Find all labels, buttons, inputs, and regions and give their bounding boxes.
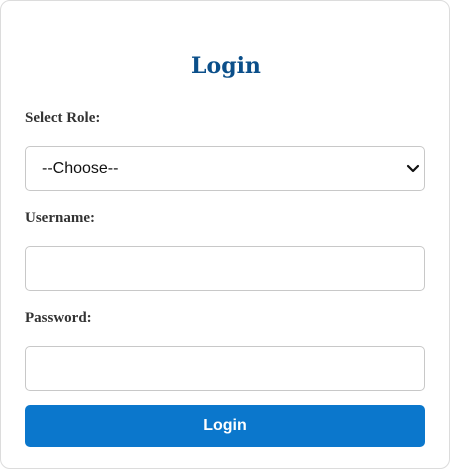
login-title: Login xyxy=(191,53,261,79)
chevron-down-icon xyxy=(406,164,420,173)
password-input[interactable] xyxy=(25,346,425,391)
login-button[interactable]: Login xyxy=(25,405,425,447)
username-input[interactable] xyxy=(25,246,425,291)
role-select-value: --Choose-- xyxy=(42,160,119,177)
role-label: Select Role: xyxy=(25,110,101,126)
username-label: Username: xyxy=(25,210,95,226)
login-card: Login Select Role: --Choose-- Username: … xyxy=(0,0,450,469)
password-label: Password: xyxy=(25,310,92,326)
role-select[interactable]: --Choose-- xyxy=(25,146,425,191)
